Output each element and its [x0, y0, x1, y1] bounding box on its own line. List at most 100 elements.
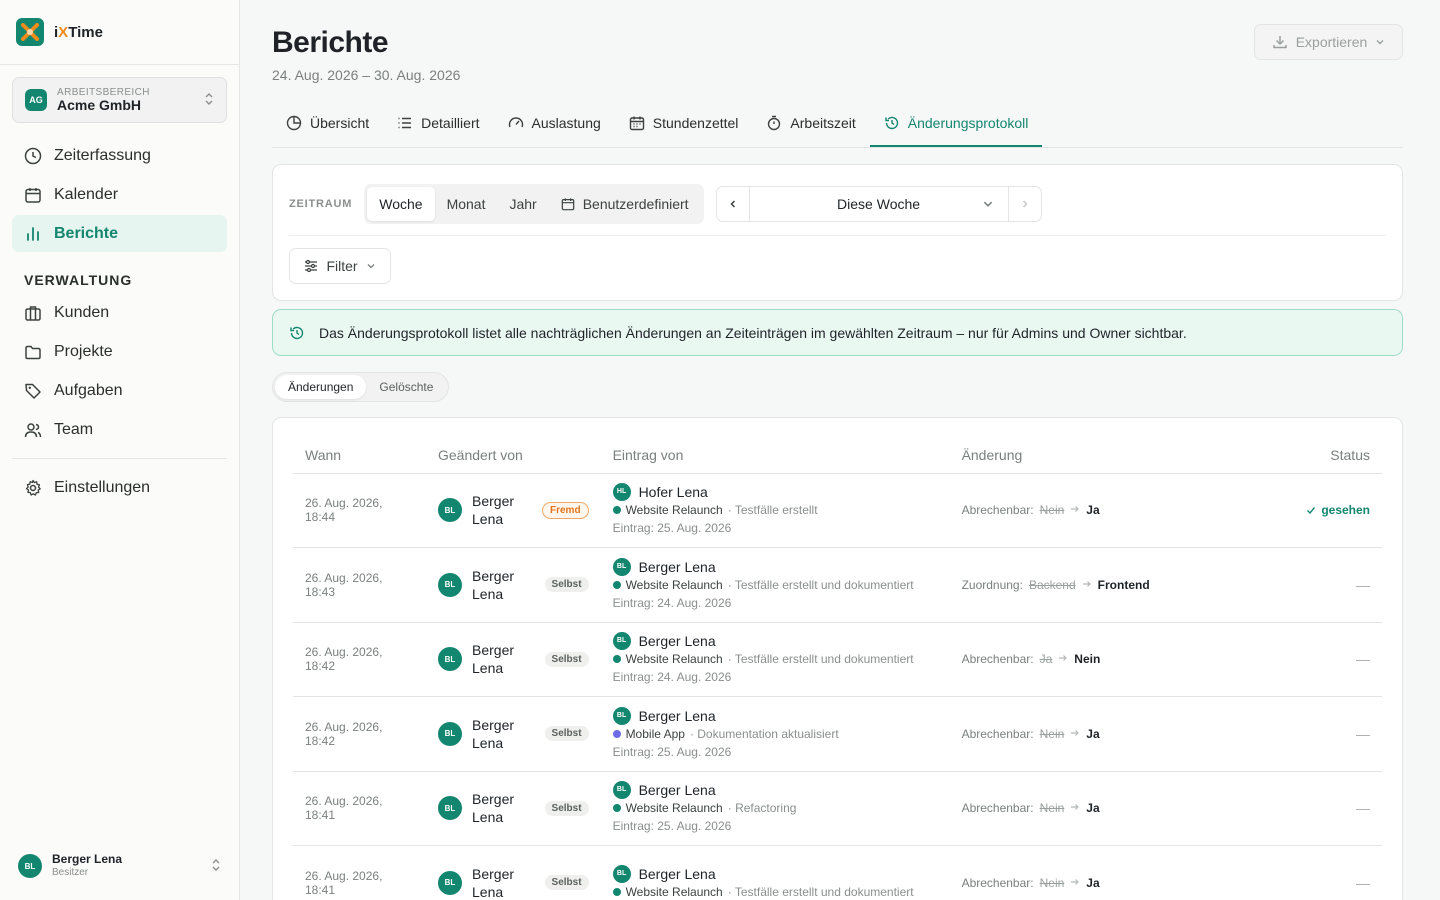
- table-row[interactable]: 26. Aug. 2026, 18:41 BL Berger Lena Selbs…: [293, 771, 1382, 846]
- info-text: Das Änderungsprotokoll listet alle nacht…: [319, 324, 1187, 341]
- calendar-icon: [561, 198, 575, 211]
- chevron-left-icon: [730, 200, 735, 208]
- entry-owner-name: Berger Lena: [638, 782, 716, 799]
- nav-item-projekte[interactable]: Projekte: [12, 333, 227, 370]
- column-header-change: Änderung: [949, 438, 1256, 474]
- period-select[interactable]: Diese Woche: [750, 187, 1008, 221]
- cell-when: 26. Aug. 2026, 18:43: [293, 547, 426, 623]
- cell-status: —: [1255, 622, 1382, 697]
- nav-label: Kalender: [54, 185, 119, 203]
- entry-project: Mobile App · Dokumentation aktualisiert: [612, 725, 938, 743]
- entry-project: Website Relaunch · Testfälle erstellt un…: [612, 650, 938, 668]
- nav-item-berichte[interactable]: Berichte: [12, 215, 227, 252]
- subtab-geloeschte[interactable]: Gelöschte: [366, 375, 446, 399]
- nav-item-zeiterfassung[interactable]: Zeiterfassung: [12, 137, 227, 174]
- project-color-dot: [612, 506, 621, 515]
- avatar: BL: [438, 796, 462, 821]
- prev-period-button[interactable]: [717, 187, 750, 221]
- clock-icon: [24, 147, 42, 164]
- cell-change: Zuordnung: Backend Frontend: [949, 547, 1256, 623]
- stopwatch-icon: [768, 115, 781, 130]
- current-period-label: Diese Woche: [837, 196, 921, 212]
- nav-item-aufgaben[interactable]: Aufgaben: [12, 372, 227, 409]
- nav-label: Zeiterfassung: [54, 146, 151, 164]
- change-new-value: Ja: [1086, 726, 1100, 741]
- period-benutzerdefiniert[interactable]: Benutzerdefiniert: [549, 187, 701, 221]
- filter-label: Filter: [326, 258, 358, 274]
- cell-changed-by: BL Berger Lena Selbst: [426, 547, 601, 623]
- app-shell: iXTime AG ARBEITSBEREICH Acme GmbH Zeite…: [0, 0, 1440, 900]
- change-old-value: Backend: [1028, 577, 1076, 592]
- brand[interactable]: iXTime: [0, 0, 239, 65]
- project-color-dot: [612, 804, 621, 813]
- avatar: BL: [612, 557, 631, 576]
- tab-aenderungsprotokoll[interactable]: Änderungsprotokoll: [869, 100, 1043, 147]
- filter-button[interactable]: Filter: [289, 248, 391, 284]
- next-period-button[interactable]: [1007, 187, 1041, 221]
- table-row[interactable]: 26. Aug. 2026, 18:42 BL Berger Lena Selbs…: [293, 696, 1382, 772]
- brand-logo-icon: [16, 18, 44, 46]
- folder-icon: [25, 345, 41, 359]
- tab-stundenzettel[interactable]: Stundenzettel: [615, 100, 753, 147]
- nav-item-kunden[interactable]: Kunden: [12, 294, 227, 331]
- page-date-range: 24. Aug. 2026 – 30. Aug. 2026: [272, 67, 461, 83]
- nav-label: Aufgaben: [54, 381, 123, 399]
- entry-project: Website Relaunch · Refactoring: [612, 799, 938, 817]
- history-icon: [885, 116, 898, 129]
- period-jahr[interactable]: Jahr: [497, 187, 548, 221]
- changed-by-name: Berger Lena: [472, 716, 515, 751]
- table-row[interactable]: 26. Aug. 2026, 18:43 BL Berger Lena Selbs…: [293, 547, 1382, 623]
- column-header-entry: Eintrag von: [600, 438, 950, 474]
- calendar-icon: [25, 187, 41, 203]
- tab-label: Änderungsprotokoll: [907, 114, 1029, 131]
- user-menu[interactable]: BL Berger Lena Besitzer: [0, 832, 239, 900]
- entry-owner-name: Berger Lena: [638, 865, 716, 882]
- period-navigator: Diese Woche: [715, 186, 1042, 222]
- change-field: Abrechenbar:: [961, 801, 1034, 816]
- change-field: Abrechenbar:: [961, 503, 1034, 518]
- tab-label: Arbeitszeit: [790, 114, 856, 131]
- changed-by-name: Berger Lena: [472, 791, 515, 826]
- changes-subtabs: Änderungen Gelöschte: [272, 372, 450, 402]
- status-empty: —: [1356, 651, 1370, 668]
- arrow-right-icon: [1070, 727, 1080, 741]
- tab-auslastung[interactable]: Auslastung: [494, 100, 615, 147]
- page-header: Berichte 24. Aug. 2026 – 30. Aug. 2026 E…: [272, 0, 1403, 100]
- filter-card: ZEITRAUM Woche Monat Jahr Benutzerdefini…: [272, 164, 1403, 301]
- arrow-right-icon: [1058, 652, 1068, 666]
- briefcase-icon: [25, 305, 41, 321]
- table-row[interactable]: 26. Aug. 2026, 18:42 BL Berger Lena Selbs…: [293, 622, 1382, 697]
- bar-chart-icon: [27, 226, 39, 241]
- table-row[interactable]: 26. Aug. 2026, 18:41 BL Berger Lena Selbs…: [293, 845, 1382, 900]
- nav-label: Kunden: [54, 303, 110, 321]
- brand-name: iXTime: [54, 23, 103, 41]
- nav-section-verwaltung: VERWALTUNG: [24, 272, 133, 288]
- changes-table: Wann Geändert von Eintrag von Änderung S…: [293, 438, 1382, 900]
- tab-detailliert[interactable]: Detailliert: [383, 100, 493, 147]
- avatar: BL: [612, 864, 631, 883]
- entry-task: · Testfälle erstellt und dokumentiert: [727, 884, 914, 899]
- entry-task: · Testfälle erstellt und dokumentiert: [727, 652, 914, 667]
- nav-item-einstellungen[interactable]: Einstellungen: [12, 469, 227, 506]
- avatar: BL: [438, 498, 462, 523]
- cell-change: Abrechenbar: Nein Ja: [949, 696, 1256, 772]
- nav-item-team[interactable]: Team: [12, 411, 227, 448]
- workspace-switcher[interactable]: AG ARBEITSBEREICH Acme GmbH: [12, 77, 227, 123]
- cell-status: —: [1255, 547, 1382, 623]
- divider: [289, 235, 1386, 236]
- tab-arbeitszeit[interactable]: Arbeitszeit: [752, 100, 869, 147]
- list-icon: [398, 117, 412, 128]
- changed-by-name: Berger Lena: [472, 642, 515, 677]
- column-header-status: Status: [1255, 438, 1382, 474]
- tab-label: Detailliert: [421, 114, 480, 131]
- entry-date: Eintrag: 25. Aug. 2026: [612, 744, 732, 759]
- export-button[interactable]: Exportieren: [1254, 24, 1403, 60]
- arrow-right-icon: [1082, 578, 1092, 592]
- nav-label: Berichte: [54, 224, 119, 242]
- period-monat[interactable]: Monat: [435, 187, 498, 221]
- period-woche[interactable]: Woche: [367, 187, 435, 221]
- table-row[interactable]: 26. Aug. 2026, 18:44 BL Berger Lena Fremd…: [293, 473, 1382, 548]
- subtab-aenderungen[interactable]: Änderungen: [275, 375, 367, 399]
- nav-item-kalender[interactable]: Kalender: [12, 176, 227, 213]
- tab-uebersicht[interactable]: Übersicht: [272, 100, 383, 147]
